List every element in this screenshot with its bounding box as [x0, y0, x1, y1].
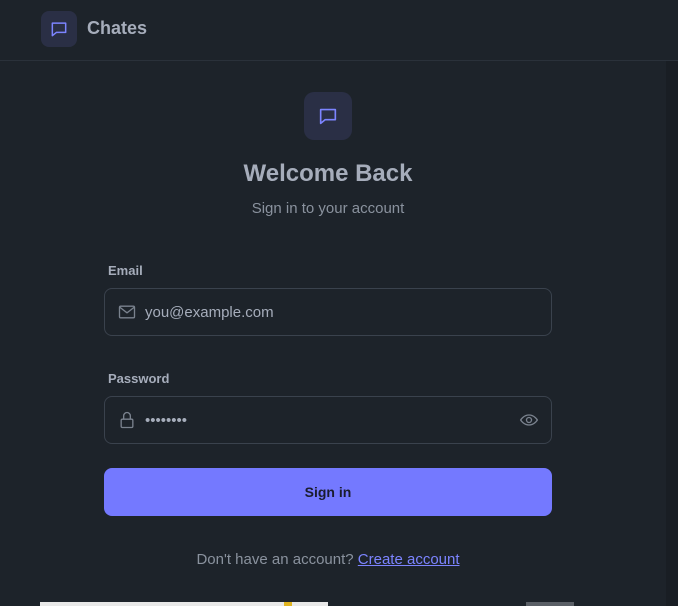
app-root: Chates Welcome Back Sign in to your acco… — [0, 0, 678, 606]
email-field-wrapper[interactable] — [104, 288, 552, 336]
signup-prompt-text: Don't have an account? — [196, 551, 354, 568]
taskbar-indicator — [284, 602, 292, 606]
eye-icon[interactable] — [519, 410, 539, 430]
scrollbar-track[interactable] — [666, 61, 678, 606]
top-bar: Chates — [0, 0, 678, 61]
lock-icon — [117, 410, 137, 430]
sign-in-button[interactable]: Sign in — [104, 468, 552, 516]
chat-bubble-icon — [41, 11, 77, 47]
page-title: Welcome Back — [243, 160, 413, 187]
email-label: Email — [108, 263, 143, 278]
mail-icon — [117, 302, 137, 322]
password-field[interactable] — [145, 397, 505, 443]
create-account-link[interactable]: Create account — [358, 551, 460, 568]
taskbar-fragment-right — [526, 602, 574, 606]
email-field[interactable] — [145, 289, 505, 335]
signup-prompt: Don't have an account? Create account — [0, 551, 656, 568]
password-label: Password — [108, 371, 170, 386]
page-subtitle: Sign in to your account — [251, 200, 405, 217]
password-field-wrapper[interactable] — [104, 396, 552, 444]
app-name[interactable]: Chates — [87, 18, 147, 39]
chat-bubble-icon — [304, 92, 352, 140]
